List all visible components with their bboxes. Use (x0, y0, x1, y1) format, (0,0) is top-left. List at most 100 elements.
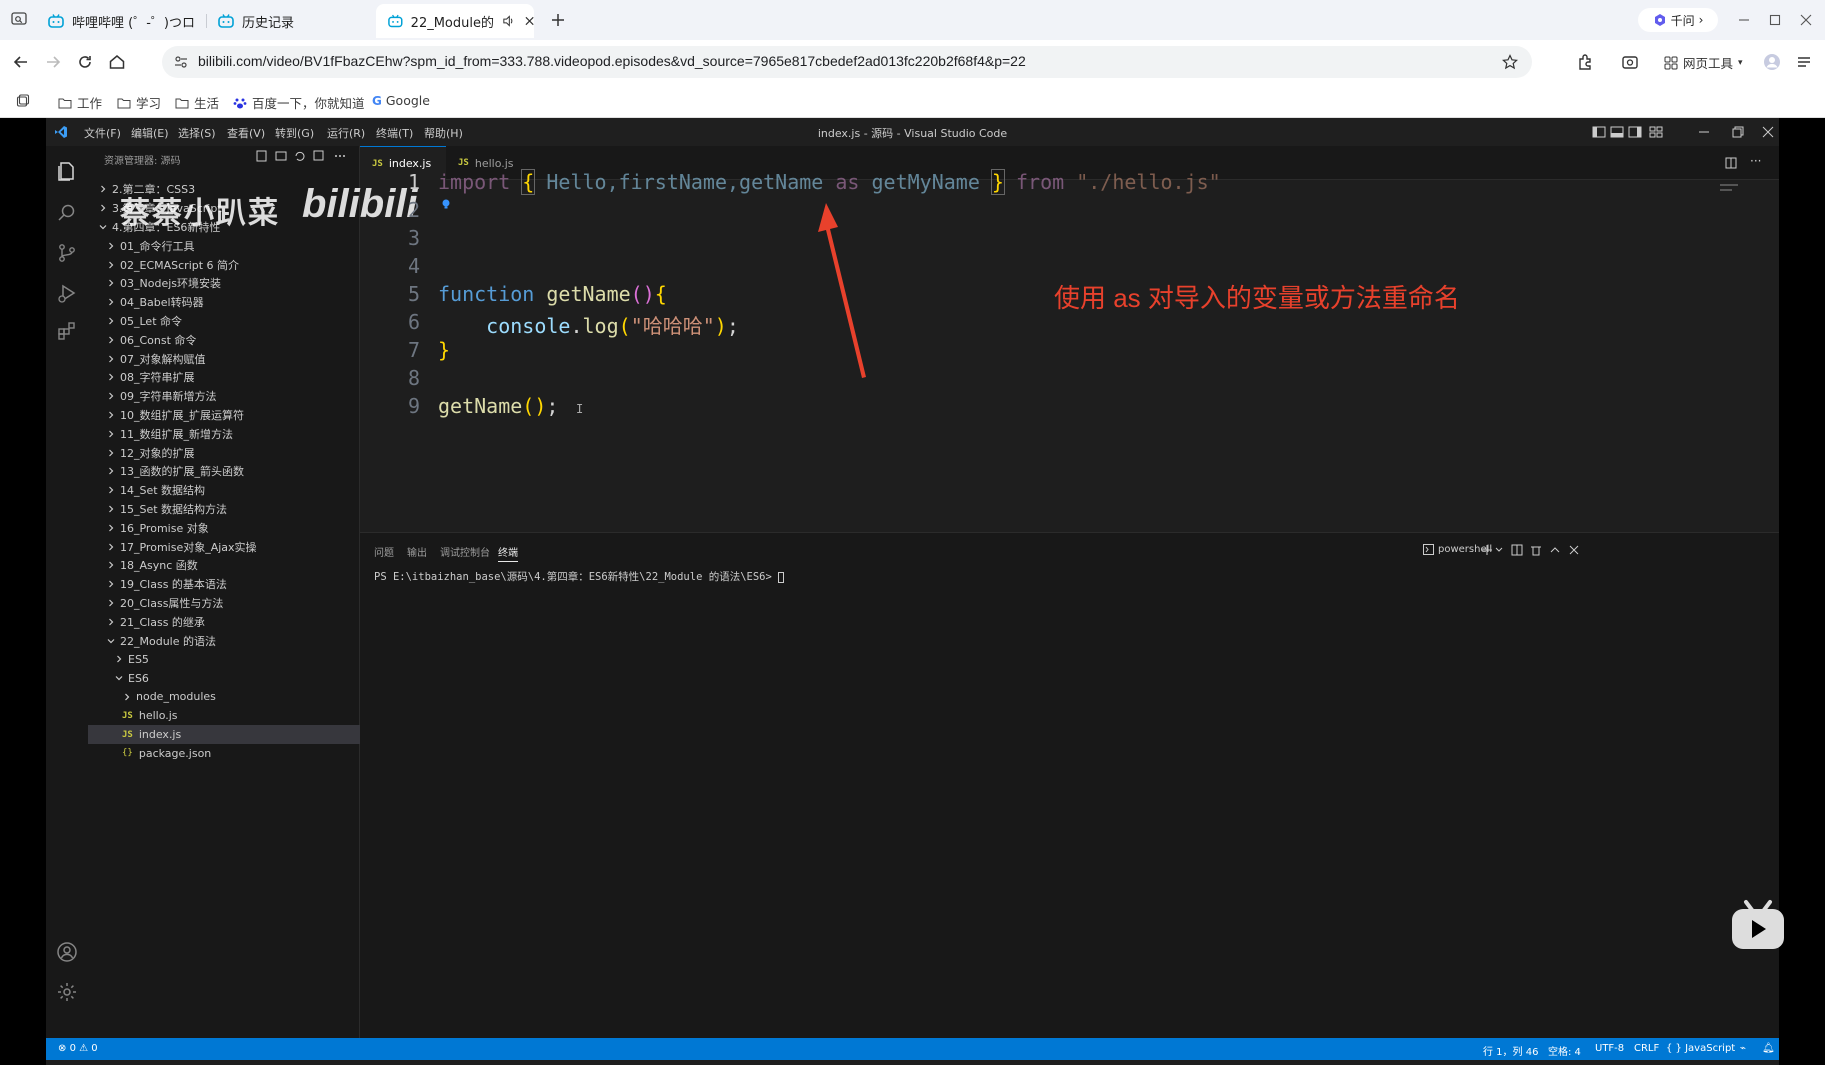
chevron-right-icon (109, 373, 114, 381)
tree-file[interactable]: {} package.json (88, 744, 360, 763)
close-tab-icon[interactable] (525, 16, 534, 26)
tree-folder[interactable]: 18_Async 函数 (88, 556, 360, 575)
tree-folder[interactable]: 01_命令行工具 (88, 236, 360, 255)
tree-folder[interactable]: 13_函数的扩展_箭头函数 (88, 462, 360, 481)
run-debug-icon[interactable] (56, 282, 78, 304)
address-bar[interactable]: bilibili.com/video/BV1fFbazCEhw?spm_id_f… (162, 46, 1532, 78)
back-icon[interactable] (11, 52, 31, 72)
close-window-icon[interactable] (1798, 12, 1814, 28)
bookmark-google[interactable]: G Google (372, 93, 430, 108)
bookmark-star-icon[interactable] (1502, 54, 1518, 70)
google-g-icon: G (372, 93, 382, 108)
chevron-right-icon (117, 655, 122, 663)
tree-folder[interactable]: ES5 (88, 650, 360, 669)
tree-folder[interactable]: 11_数组扩展_新增方法 (88, 424, 360, 443)
chevron-right-icon (109, 524, 114, 532)
web-tools-button[interactable]: 网页工具 ▾ (1664, 53, 1743, 72)
tree-folder[interactable]: 21_Class 的继承 (88, 612, 360, 631)
settings-gear-icon[interactable] (56, 981, 78, 1003)
bilibili-play-icon[interactable] (1728, 898, 1788, 954)
tree-folder[interactable]: 03_Nodejs环境安装 (88, 274, 360, 293)
tree-folder[interactable]: 17_Promise对象_Ajax实操 (88, 537, 360, 556)
tree-file[interactable]: JS index.js (88, 725, 360, 744)
indentation-status[interactable]: 空格: 4 (1548, 1043, 1581, 1058)
tree-folder[interactable]: 15_Set 数据结构方法 (88, 500, 360, 519)
minimize-icon[interactable] (1736, 12, 1752, 28)
terminal-output[interactable]: PS E:\itbaizhan_base\源码\4.第四章：ES6新特性\22_… (374, 569, 785, 584)
eol-status[interactable]: CRLF (1634, 1043, 1659, 1054)
search-icon[interactable] (56, 202, 78, 224)
panel-tab-debug-console[interactable]: 调试控制台 (440, 544, 490, 559)
tree-folder[interactable]: 05_Let 命令 (88, 312, 360, 331)
tree-folder[interactable]: 20_Class属性与方法 (88, 594, 360, 613)
tree-folder[interactable]: 09_字符串新增方法 (88, 387, 360, 406)
extensions-icon[interactable] (1576, 52, 1596, 72)
forward-icon[interactable] (43, 52, 63, 72)
tree-item-label: 16_Promise 对象 (120, 521, 209, 535)
more-actions-icon[interactable]: ··· (1750, 154, 1761, 168)
reload-icon[interactable] (75, 52, 95, 72)
terminal-actions-icons[interactable] (1482, 544, 1582, 556)
tab-search-icon[interactable] (11, 11, 27, 27)
bookmarks-toggle-icon[interactable] (16, 94, 30, 108)
tab-history[interactable]: 历史记录 (206, 4, 376, 38)
notifications-bell-icon[interactable]: 🔔︎ (1762, 1043, 1775, 1054)
panel-tab-problems[interactable]: 问题 (374, 544, 394, 559)
tab-module-video[interactable]: 22_Module的 (376, 4, 534, 38)
bookmark-baidu[interactable]: 百度一下，你就知道 (233, 93, 365, 112)
vs-minimize-icon[interactable] (1698, 126, 1710, 138)
tree-item-label: 09_字符串新增方法 (120, 390, 217, 404)
tree-folder[interactable]: 22_Module 的语法 (88, 631, 360, 650)
tree-folder[interactable]: 08_字符串扩展 (88, 368, 360, 387)
menu-icon[interactable] (1794, 52, 1814, 72)
tree-folder[interactable]: 12_对象的扩展 (88, 443, 360, 462)
chevron-right-icon (109, 449, 114, 457)
speaker-icon[interactable] (502, 14, 515, 28)
explorer-actions-icons[interactable] (256, 150, 356, 162)
tree-folder[interactable]: 19_Class 的基本语法 (88, 575, 360, 594)
tree-folder[interactable]: 02_ECMAScript 6 简介 (88, 255, 360, 274)
tree-folder[interactable]: 07_对象解构赋值 (88, 349, 360, 368)
vs-restore-icon[interactable] (1732, 126, 1744, 138)
vs-close-icon[interactable] (1762, 126, 1774, 138)
bookmark-folder-study[interactable]: 学习 (117, 93, 161, 112)
screenshot-icon[interactable] (1620, 52, 1640, 72)
explorer-icon[interactable] (56, 160, 78, 182)
url-text[interactable]: bilibili.com/video/BV1fFbazCEhw?spm_id_f… (198, 53, 1026, 69)
video-player[interactable]: 文件(F) 编辑(E) 选择(S) 查看(V) 转到(G) 运行(R) 终端(T… (0, 118, 1825, 1065)
new-tab-icon[interactable] (548, 10, 568, 30)
tree-folder[interactable]: 06_Const 命令 (88, 330, 360, 349)
accounts-icon[interactable] (56, 941, 78, 963)
tree-folder[interactable]: 10_数组扩展_扩展运算符 (88, 406, 360, 425)
tree-folder[interactable]: 16_Promise 对象 (88, 518, 360, 537)
tree-folder[interactable]: node_modules (88, 688, 360, 707)
chevron-right-icon: › (1698, 13, 1704, 27)
bookmark-label: 生活 (194, 96, 220, 111)
profile-avatar-icon[interactable] (1762, 52, 1782, 72)
extensions-icon[interactable] (56, 320, 78, 342)
problems-status[interactable]: ⊗ 0 ⚠ 0 (58, 1043, 98, 1054)
tree-folder[interactable]: 04_Babel转码器 (88, 293, 360, 312)
panel-tab-terminal[interactable]: 终端 (498, 544, 518, 562)
panel-tab-output[interactable]: 输出 (407, 544, 427, 559)
layout-toggle-icons[interactable] (1592, 126, 1682, 138)
cursor-position[interactable]: 行 1，列 46 (1483, 1043, 1538, 1058)
site-info-icon[interactable] (174, 55, 188, 69)
tree-folder[interactable]: 14_Set 数据结构 (88, 481, 360, 500)
bookmark-folder-work[interactable]: 工作 (58, 93, 102, 112)
encoding-status[interactable]: UTF-8 (1595, 1043, 1624, 1054)
feedback-icon[interactable]: ⌁ (1740, 1043, 1746, 1054)
tree-folder[interactable]: ES6 (88, 669, 360, 688)
language-mode[interactable]: { } JavaScript (1666, 1043, 1735, 1054)
tab-bilibili-home[interactable]: 哔哩哔哩 (゜-゜)つロ (36, 4, 206, 38)
qianwen-button[interactable]: 千问 › (1638, 8, 1718, 32)
split-editor-icon[interactable] (1725, 157, 1737, 169)
source-control-icon[interactable] (56, 242, 78, 264)
tree-file[interactable]: JS hello.js (88, 706, 360, 725)
tree-item-label: 13_函数的扩展_箭头函数 (120, 465, 244, 479)
terminal-prompt: PS E:\itbaizhan_base\源码\4.第四章：ES6新特性\22_… (374, 571, 779, 583)
home-icon[interactable] (107, 52, 127, 72)
code-editor[interactable]: 1 2 3 4 5 6 7 8 9 import { Hello,firstNa… (360, 169, 1779, 532)
maximize-icon[interactable] (1767, 12, 1783, 28)
bookmark-folder-life[interactable]: 生活 (175, 93, 219, 112)
